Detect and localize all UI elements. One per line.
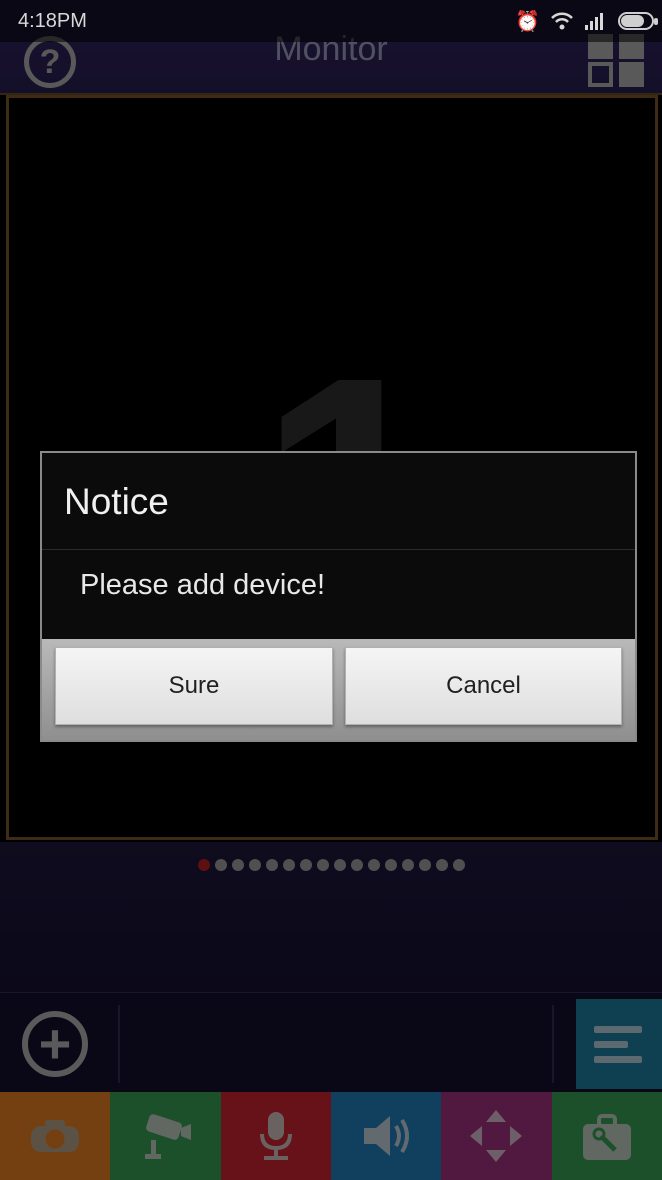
plus-circle-icon[interactable]: + — [22, 1011, 88, 1077]
page-dot[interactable] — [316, 859, 329, 871]
wifi-icon — [551, 12, 573, 30]
status-time: 4:18PM — [18, 9, 87, 32]
toolbar: + — [0, 992, 662, 1092]
signal-icon — [585, 13, 603, 30]
page-dot[interactable] — [418, 859, 431, 871]
page-dot[interactable] — [367, 859, 380, 871]
page-dot[interactable] — [231, 859, 244, 871]
page-dot[interactable] — [333, 859, 346, 871]
page-dot[interactable] — [350, 859, 363, 871]
page-dot[interactable] — [265, 859, 278, 871]
dialog-title: Notice — [64, 481, 169, 522]
tab-toolbox[interactable] — [551, 1092, 662, 1180]
page-dot[interactable] — [299, 859, 312, 871]
battery-icon — [618, 12, 658, 30]
notice-dialog: Notice Please add device! Sure Cancel — [40, 451, 637, 742]
status-bar: 4:18PM ⏰ — [0, 0, 662, 42]
tab-camera-rotate[interactable] — [0, 1092, 111, 1180]
toolbar-divider — [552, 1005, 554, 1083]
page-dot[interactable] — [282, 859, 295, 871]
ptz-arrows-icon — [470, 1110, 523, 1162]
status-icons: ⏰ — [515, 9, 658, 33]
tab-speaker[interactable] — [330, 1092, 442, 1180]
tab-cctv[interactable] — [110, 1092, 221, 1180]
list-menu-icon[interactable] — [576, 999, 662, 1089]
page-dot[interactable] — [214, 859, 227, 871]
tab-microphone[interactable] — [220, 1092, 331, 1180]
page-dot[interactable] — [401, 859, 414, 871]
toolbox-icon — [582, 1114, 631, 1160]
dialog-message: Please add device! — [80, 569, 326, 601]
dialog-button-bar: Sure Cancel — [42, 639, 635, 740]
page-dot[interactable] — [197, 859, 210, 871]
camera-rotate-icon — [31, 1120, 80, 1152]
page-dot[interactable] — [435, 859, 448, 871]
page-dot[interactable] — [384, 859, 397, 871]
sure-button[interactable]: Sure — [55, 647, 333, 725]
page-indicator[interactable] — [0, 859, 662, 871]
pager-area — [0, 842, 662, 992]
bottom-tab-bar — [0, 1092, 662, 1180]
dialog-divider — [42, 549, 635, 550]
page-dot[interactable] — [452, 859, 465, 871]
page-dot[interactable] — [248, 859, 261, 871]
tab-ptz[interactable] — [441, 1092, 552, 1180]
alarm-icon: ⏰ — [515, 9, 540, 33]
microphone-icon — [259, 1112, 292, 1160]
battery-fill — [621, 15, 644, 27]
toolbar-divider — [118, 1005, 120, 1083]
cctv-camera-icon — [145, 1114, 192, 1159]
cancel-button[interactable]: Cancel — [345, 647, 622, 725]
speaker-icon — [364, 1116, 410, 1156]
